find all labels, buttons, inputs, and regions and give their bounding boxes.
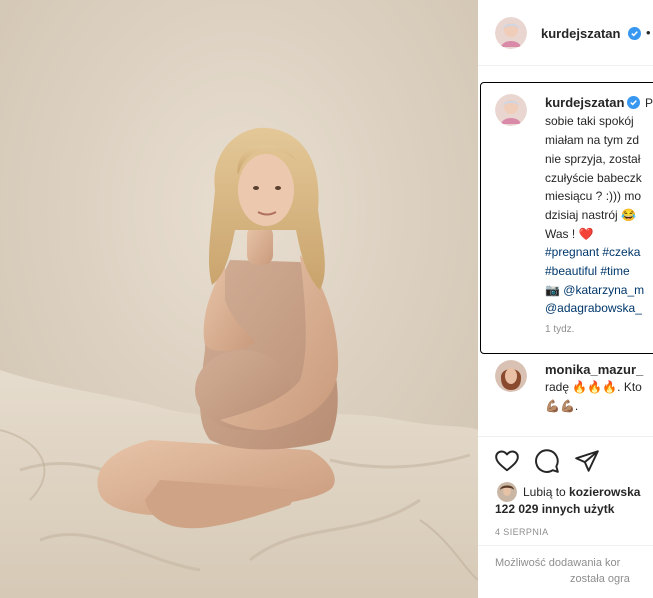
comments-disabled-line-2: została ogra: [570, 573, 630, 585]
caption-line-4: czułyście babeczk: [545, 171, 642, 185]
likes-count[interactable]: 122 029 innych użytk: [495, 502, 614, 516]
caption-line-2: miałam na tym zd: [545, 133, 640, 147]
footer-divider: [478, 545, 653, 546]
caption-line-7: Was ! ❤️: [545, 227, 594, 241]
caption-time-ago[interactable]: 1 tydz.: [545, 324, 574, 335]
caption-hashtags-1[interactable]: #pregnant #czeka: [545, 245, 640, 259]
post-side-panel: kurdejszatan • kurdejszatan P sobie taki…: [478, 0, 653, 598]
caption-hashtags-2[interactable]: #beautiful #time: [545, 264, 630, 278]
caption-line-1: sobie taki spokój: [545, 114, 634, 128]
caption-photo-credit[interactable]: 📷 @katarzyna_m: [545, 283, 644, 297]
caption-line-3: nie sprzyja, został: [545, 152, 641, 166]
likes-summary: Lubią to kozierowska: [523, 485, 640, 499]
caption-verified-badge-icon: [627, 96, 640, 109]
caption-line-0: P: [645, 96, 653, 110]
comment-icon[interactable]: [534, 448, 560, 474]
post-date[interactable]: 4 SIERPNIA: [495, 527, 549, 537]
caption-line-6: dzisiaj nastrój 😂: [545, 208, 636, 222]
more-options-icon[interactable]: •: [646, 25, 651, 40]
liker-avatar[interactable]: [497, 482, 517, 502]
header-divider: [478, 65, 653, 66]
comment-line-1: radę 🔥🔥🔥. Kto: [545, 380, 642, 394]
comment-line-2: 💪🏽💪🏽.: [545, 399, 579, 413]
commenter-avatar[interactable]: [495, 360, 527, 392]
post-photo[interactable]: [0, 0, 478, 598]
actions-divider: [478, 436, 653, 437]
author-avatar[interactable]: [495, 17, 527, 49]
caption-author-avatar[interactable]: [495, 94, 527, 126]
pregnant-woman-photo: [0, 0, 478, 598]
likes-prefix: Lubią to: [523, 485, 570, 499]
heart-icon[interactable]: [494, 448, 520, 474]
liker-username[interactable]: kozierowska: [569, 485, 640, 499]
author-username[interactable]: kurdejszatan: [541, 26, 620, 41]
caption-mention[interactable]: @adagrabowska_: [545, 301, 642, 315]
share-icon[interactable]: [574, 448, 600, 474]
caption-line-5: miesiącu ? :))) mo: [545, 189, 642, 203]
caption-author-username[interactable]: kurdejszatan: [545, 95, 624, 110]
commenter-username[interactable]: monika_mazur_: [545, 362, 643, 377]
verified-badge-icon: [628, 27, 641, 40]
comments-disabled-line-1: Możliwość dodawania kor: [495, 557, 621, 569]
